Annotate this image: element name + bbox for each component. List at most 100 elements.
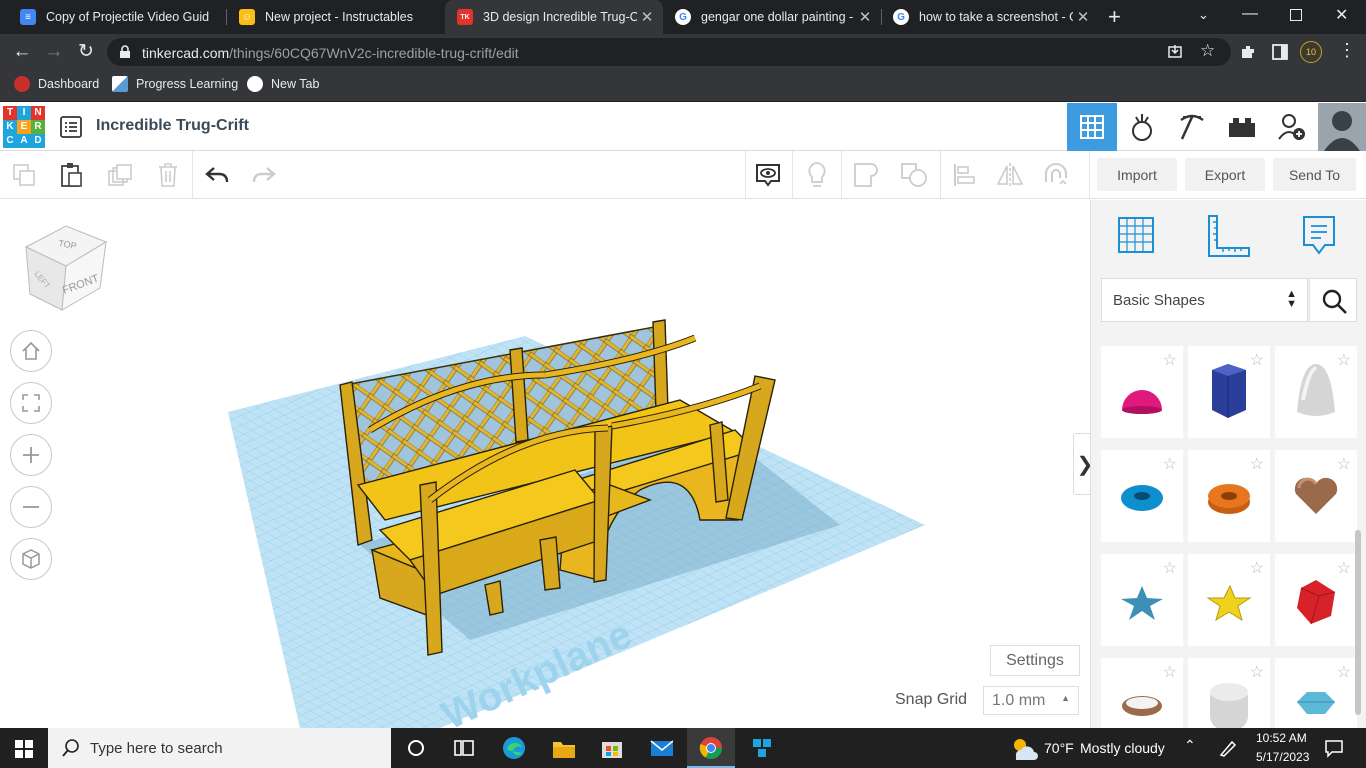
weather-text[interactable]: Mostly cloudy xyxy=(1080,740,1165,756)
file-explorer-icon[interactable] xyxy=(551,736,575,760)
toolbar-divider xyxy=(745,151,746,199)
design-title[interactable]: Incredible Trug-Crift xyxy=(96,117,249,135)
shape-tube[interactable]: ☆ xyxy=(1188,450,1270,542)
mirror-icon xyxy=(996,163,1024,187)
profile-badge-icon[interactable]: 10 xyxy=(1300,41,1322,63)
shape-round-roof[interactable]: ☆ xyxy=(1188,658,1270,728)
taskbar-search[interactable]: Type here to search xyxy=(48,728,391,768)
bookmark-new-tab[interactable]: New Tab xyxy=(247,76,319,92)
close-tab-icon[interactable]: ✕ xyxy=(855,8,875,26)
settings-button[interactable]: Settings xyxy=(990,645,1080,676)
cortana-icon[interactable] xyxy=(404,736,428,760)
send-to-button[interactable]: Send To xyxy=(1273,158,1356,191)
tab-instructables[interactable]: ☺ New project - Instructables xyxy=(227,0,445,34)
clock-time[interactable]: 10:52 AM xyxy=(1256,731,1307,745)
reload-icon[interactable]: ↻ xyxy=(74,41,98,63)
ruler-icon[interactable] xyxy=(1205,214,1251,260)
shape-icosahedron[interactable]: ☆ xyxy=(1275,554,1357,646)
bricks-button[interactable] xyxy=(1217,103,1267,151)
codeblocks-button[interactable] xyxy=(1117,103,1167,151)
microsoft-store-icon[interactable] xyxy=(600,736,624,760)
workplane-tool-icon[interactable] xyxy=(1115,214,1157,258)
cruise-button[interactable] xyxy=(1042,161,1070,189)
tab-screenshot[interactable]: G how to take a screenshot - G ✕ xyxy=(881,0,1099,34)
shape-heart[interactable]: ☆ xyxy=(1275,450,1357,542)
hint-button[interactable] xyxy=(803,161,831,189)
shape-ring[interactable]: ☆ xyxy=(1101,658,1183,728)
shape-star[interactable]: ☆ xyxy=(1188,554,1270,646)
close-tab-icon[interactable]: ✕ xyxy=(637,8,657,26)
shape-category-select[interactable]: Basic Shapes ▲ ▼ xyxy=(1101,278,1308,322)
edit-toolbar: Import Export Send To xyxy=(0,151,1366,199)
show-hidden-icons-icon[interactable]: ⌃ xyxy=(1184,737,1196,754)
close-window-icon[interactable]: ✕ xyxy=(1335,5,1348,25)
bookmark-star-icon[interactable]: ☆ xyxy=(1200,41,1215,61)
weather-temp[interactable]: 70°F xyxy=(1044,740,1074,756)
edge-icon[interactable] xyxy=(502,736,526,760)
tinkercad-taskbar-icon[interactable] xyxy=(750,736,774,760)
gem-icon xyxy=(1297,692,1335,714)
delete-button[interactable] xyxy=(154,161,182,189)
restore-icon[interactable] xyxy=(1290,9,1302,21)
clock-date[interactable]: 5/17/2023 xyxy=(1256,750,1309,764)
forward-icon[interactable]: → xyxy=(42,41,66,63)
snap-grid-select[interactable]: 1.0 mm ▲ xyxy=(983,686,1079,715)
back-icon[interactable]: ← xyxy=(10,41,34,63)
workplane-scene[interactable]: Workplane xyxy=(0,200,1090,728)
shape-half-sphere[interactable]: ☆ xyxy=(1101,346,1183,438)
side-panel-icon[interactable] xyxy=(1272,44,1288,60)
group-button[interactable] xyxy=(852,161,880,189)
progress-learning-icon xyxy=(112,76,128,92)
windows-start-icon[interactable] xyxy=(15,740,33,758)
address-bar[interactable]: tinkercad.com/things/60CQ67WnV2c-incredi… xyxy=(107,38,1231,66)
pen-workspace-icon[interactable] xyxy=(1218,738,1238,758)
notifications-icon[interactable] xyxy=(1324,738,1344,758)
chrome-menu-icon[interactable]: ⋮ xyxy=(1338,40,1356,61)
chrome-taskbar-button[interactable] xyxy=(687,728,735,768)
align-button[interactable] xyxy=(950,161,978,189)
mail-icon[interactable] xyxy=(649,736,673,760)
close-tab-icon[interactable]: ✕ xyxy=(1073,8,1093,26)
panel-collapse-toggle[interactable]: ❯ xyxy=(1073,433,1090,495)
tab-tinkercad-active[interactable]: TK 3D design Incredible Trug-Cri ✕ xyxy=(445,0,663,34)
mirror-button[interactable] xyxy=(996,161,1024,189)
minecraft-button[interactable] xyxy=(1167,103,1217,151)
minimize-icon[interactable]: — xyxy=(1242,5,1258,23)
bookmark-progress-learning[interactable]: Progress Learning xyxy=(112,76,238,92)
invite-people-button[interactable] xyxy=(1267,103,1317,151)
3d-view-button[interactable] xyxy=(1067,103,1117,151)
workplane-viewport[interactable]: TOP FRONT LEFT Workplane Settings Snap G… xyxy=(0,200,1090,728)
install-app-icon[interactable] xyxy=(1167,44,1183,60)
task-view-icon[interactable] xyxy=(452,736,476,760)
browser-tab-strip: ≡ Copy of Projectile Video Guid ☺ New pr… xyxy=(0,0,1366,34)
copy-button[interactable] xyxy=(10,161,38,189)
shape-star-flat[interactable]: ☆ xyxy=(1101,554,1183,646)
new-tab-button[interactable]: + xyxy=(1108,4,1121,30)
designs-list-icon[interactable] xyxy=(60,116,82,138)
panel-scrollbar[interactable] xyxy=(1355,530,1361,715)
tab-search-icon[interactable]: ⌄ xyxy=(1198,7,1209,23)
duplicate-button[interactable] xyxy=(106,161,134,189)
bookmark-dashboard[interactable]: Dashboard xyxy=(14,76,99,92)
redo-button[interactable] xyxy=(250,161,278,189)
ungroup-button[interactable] xyxy=(900,161,928,189)
notes-panel-icon[interactable] xyxy=(1301,214,1337,258)
tab-projectile-video[interactable]: ≡ Copy of Projectile Video Guid xyxy=(8,0,223,34)
shape-gem[interactable]: ☆ xyxy=(1275,658,1357,728)
undo-button[interactable] xyxy=(203,161,231,189)
ungroup-icon xyxy=(901,163,927,187)
shape-search-button[interactable] xyxy=(1309,278,1357,322)
shape-paraboloid[interactable]: ☆ xyxy=(1275,346,1357,438)
shape-torus[interactable]: ☆ xyxy=(1101,450,1183,542)
paste-button[interactable] xyxy=(57,161,85,189)
weather-cloudy-icon[interactable] xyxy=(1010,736,1038,760)
import-button[interactable]: Import xyxy=(1097,158,1177,191)
tab-gengar[interactable]: G gengar one dollar painting - ✕ xyxy=(663,0,881,34)
notes-button[interactable] xyxy=(754,161,782,189)
torus-icon xyxy=(1121,485,1163,511)
shape-polygon[interactable]: ☆ xyxy=(1188,346,1270,438)
avatar[interactable] xyxy=(1318,103,1366,151)
tinkercad-logo[interactable]: T I N K E R C A D xyxy=(3,106,45,148)
extensions-icon[interactable] xyxy=(1239,43,1257,61)
export-button[interactable]: Export xyxy=(1185,158,1265,191)
